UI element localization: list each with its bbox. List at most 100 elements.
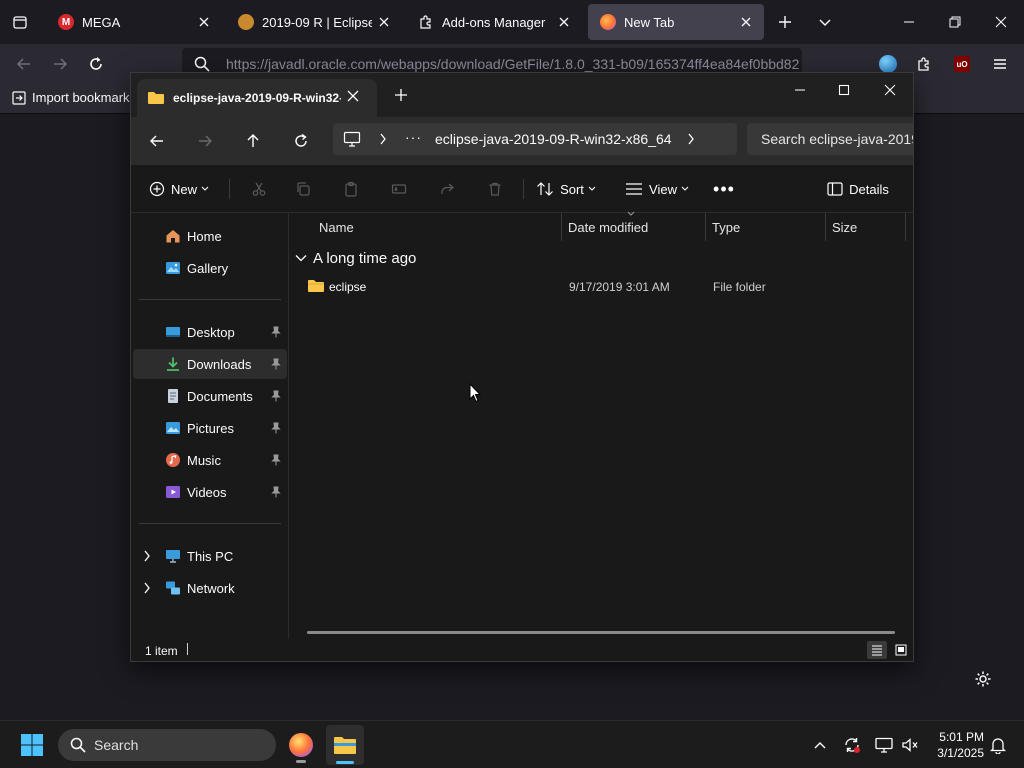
close-window-icon[interactable] [988,8,1014,36]
tab-label: New Tab [624,14,675,30]
tab-label: Add-ons Manager [442,14,546,30]
forward-icon[interactable] [48,52,72,76]
back-icon[interactable] [145,129,169,153]
nav-item-home[interactable]: Home [133,221,287,251]
display-icon[interactable] [872,733,896,757]
column-header-type[interactable]: Type [706,213,825,241]
separator [139,523,281,524]
menu-icon[interactable] [988,52,1012,76]
ublock-icon[interactable]: uO [950,52,974,76]
rename-icon[interactable] [383,173,415,205]
chevron-up-icon[interactable] [808,733,832,757]
chevron-right-icon[interactable] [143,550,151,562]
column-separator[interactable] [905,213,906,241]
nav-label: Music [187,452,221,468]
clock[interactable]: 5:01 PM 3/1/2025 [928,729,984,761]
pin-icon[interactable] [271,422,281,434]
breadcrumb-current[interactable]: eclipse-java-2019-09-R-win32-x86_64 [435,131,672,147]
explorer-tab[interactable]: eclipse-java-2019-09-R-win32- [137,79,377,117]
cut-icon[interactable] [243,173,275,205]
nav-item-downloads[interactable]: Downloads [133,349,287,379]
new-tab-icon[interactable] [391,85,411,105]
new-button[interactable]: New [143,173,215,205]
sync-icon[interactable] [840,733,864,757]
more-options-icon[interactable]: ••• [709,173,739,205]
copy-icon[interactable] [287,173,319,205]
tiles-view-icon[interactable] [891,641,911,659]
view-button[interactable]: View [621,173,693,205]
nav-item-network[interactable]: Network [133,573,287,603]
share-icon[interactable] [431,173,463,205]
sort-button[interactable]: Sort [533,173,599,205]
chevron-right-icon[interactable] [143,582,151,594]
details-button[interactable]: Details [825,173,891,205]
minimize-icon[interactable] [787,77,813,103]
up-icon[interactable] [241,129,265,153]
close-icon[interactable] [192,10,216,34]
details-view-icon[interactable] [867,641,887,659]
nav-item-videos[interactable]: Videos [133,477,287,507]
close-window-icon[interactable] [877,77,903,103]
breadcrumb[interactable]: ··· eclipse-java-2019-09-R-win32-x86_64 [333,123,737,155]
column-header-size[interactable]: Size [826,213,905,241]
pin-icon[interactable] [271,486,281,498]
horizontal-scrollbar[interactable] [307,631,895,634]
pin-icon[interactable] [271,454,281,466]
paste-icon[interactable] [335,173,367,205]
extensions-icon[interactable] [912,52,936,76]
bell-icon[interactable] [986,733,1010,757]
taskbar-search-box[interactable]: Search [58,729,276,761]
refresh-icon[interactable] [289,129,313,153]
status-bar: 1 item [131,639,913,661]
close-icon[interactable] [372,10,396,34]
close-icon[interactable] [552,10,576,34]
column-header-date[interactable]: Date modified [562,213,705,241]
nav-label: Desktop [187,324,235,340]
minimize-icon[interactable] [896,8,922,36]
firefox-taskbar-icon[interactable] [284,727,318,763]
ellipsis-icon[interactable]: ··· [405,129,422,145]
sort-label: Sort [560,181,584,197]
folder-icon [147,90,165,106]
new-tab-icon[interactable] [772,10,798,34]
nav-label: This PC [187,548,234,564]
chevron-down-icon[interactable] [812,10,838,34]
nav-item-documents[interactable]: Documents [133,381,287,411]
nav-item-desktop[interactable]: Desktop [133,317,287,347]
back-icon[interactable] [12,52,36,76]
tab-overview-icon[interactable] [8,10,32,34]
browser-tab-mega[interactable]: M MEGA [46,4,222,40]
nav-item-this-pc[interactable]: This PC [133,541,287,571]
reload-icon[interactable] [84,52,108,76]
volume-muted-icon[interactable] [898,733,922,757]
search-placeholder: Search eclipse-java-2019 [761,131,913,147]
restore-icon[interactable] [942,8,968,36]
forward-icon[interactable] [193,129,217,153]
search-input[interactable]: Search eclipse-java-2019 [747,123,913,155]
explorer-title-bar: eclipse-java-2019-09-R-win32- [131,73,913,117]
group-header[interactable]: A long time ago [295,247,416,269]
nav-label: Videos [187,484,227,500]
start-icon[interactable] [14,729,50,761]
import-bookmarks-button[interactable]: Import bookmarks… [12,90,149,105]
pin-icon[interactable] [271,390,281,402]
close-icon[interactable] [734,10,758,34]
browser-tab-eclipse[interactable]: 2019-09 R | Eclipse Pack [226,4,402,40]
delete-icon[interactable] [479,173,511,205]
pin-icon[interactable] [271,358,281,370]
maximize-icon[interactable] [831,77,857,103]
browser-tab-newtab[interactable]: New Tab [588,4,764,40]
gear-icon[interactable] [970,666,996,692]
nav-item-pictures[interactable]: Pictures [133,413,287,443]
browser-tab-addons[interactable]: Add-ons Manager [406,4,582,40]
table-row[interactable]: eclipse 9/17/2019 3:01 AM File folder [297,274,905,300]
search-icon [70,737,86,753]
video-icon [165,484,181,500]
nav-item-music[interactable]: Music [133,445,287,475]
nav-label: Documents [187,388,253,404]
nav-item-gallery[interactable]: Gallery [133,253,287,283]
file-explorer-taskbar-icon[interactable] [326,725,364,765]
column-header-name[interactable]: Name [313,213,561,241]
close-icon[interactable] [347,90,359,102]
pin-icon[interactable] [271,326,281,338]
